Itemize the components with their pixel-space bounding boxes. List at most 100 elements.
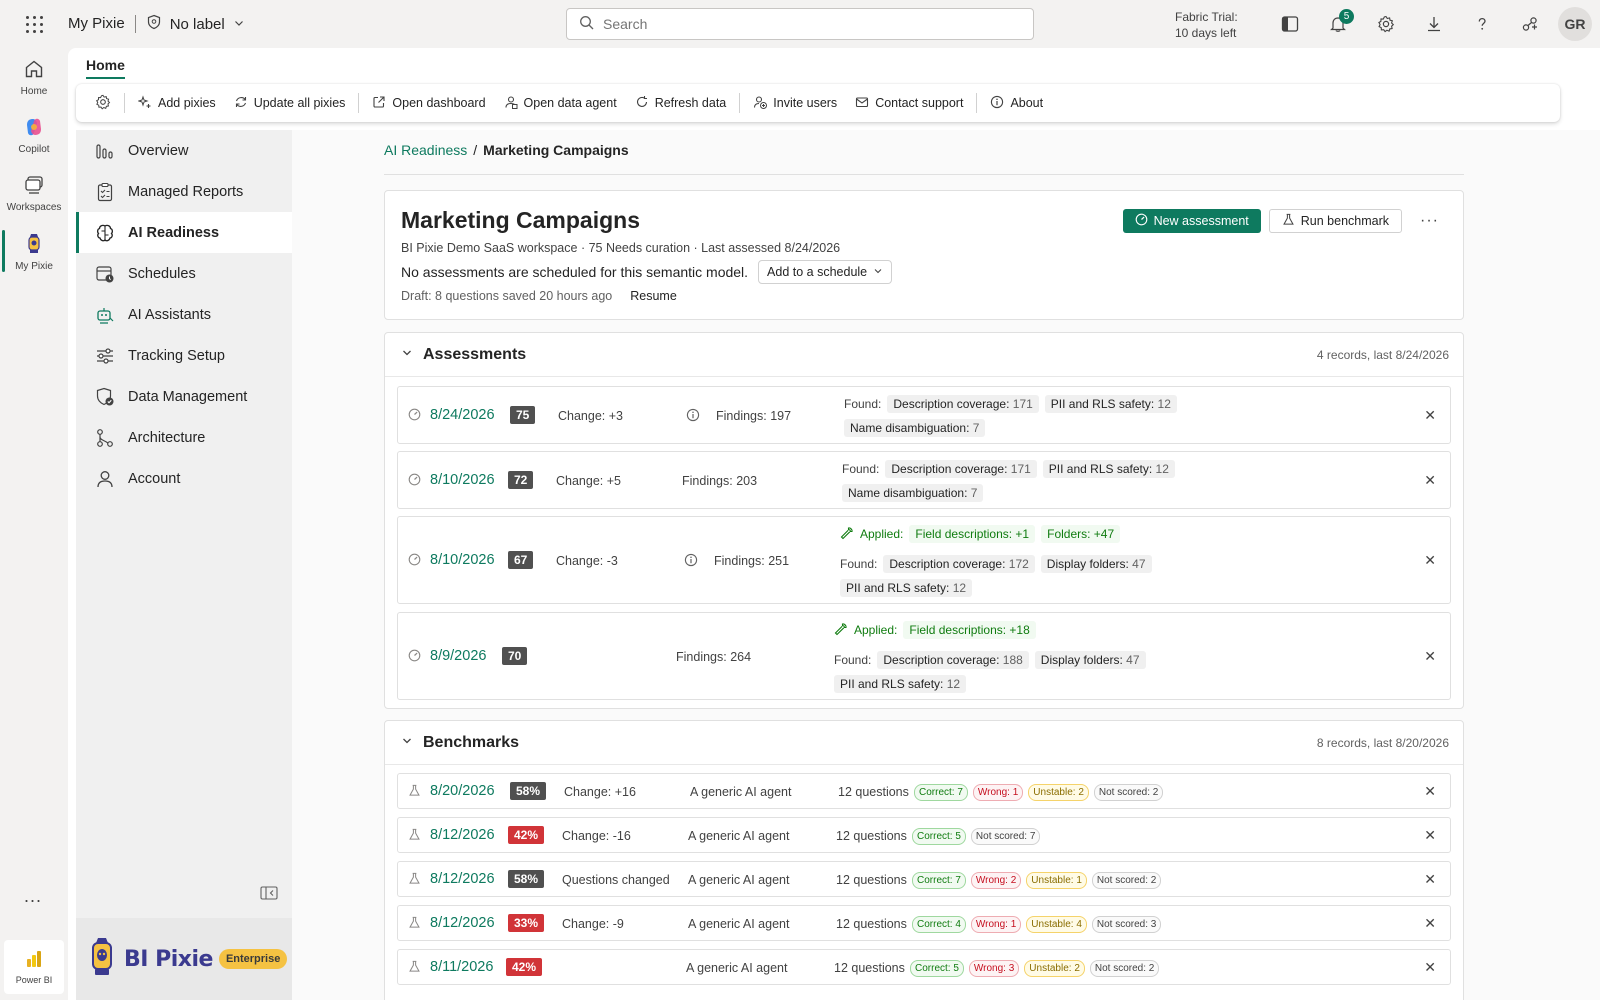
rail-item-home[interactable]: Home — [0, 48, 68, 106]
user-avatar[interactable]: GR — [1558, 7, 1592, 41]
add-to-schedule-label: Add to a schedule — [767, 265, 868, 279]
notifications-icon[interactable]: 5 — [1314, 0, 1362, 48]
new-assessment-label: New assessment — [1153, 214, 1249, 228]
benchmark-date-link[interactable]: 8/12/2026 — [430, 827, 495, 843]
invite-users-button[interactable]: Invite users — [744, 88, 846, 118]
close-icon[interactable]: ✕ — [1424, 915, 1436, 932]
applied-label: Applied: — [854, 623, 898, 637]
breadcrumb-parent-link[interactable]: AI Readiness — [384, 142, 467, 158]
benchmark-row[interactable]: 8/11/2026 42% A generic AI agent 12 ques… — [397, 949, 1451, 985]
refresh-data-button[interactable]: Refresh data — [626, 88, 736, 118]
nav-item-ai-assistants[interactable]: AI Assistants — [76, 294, 292, 335]
correct-pill: Correct: 7 — [914, 784, 968, 801]
nav-item-tracking-setup[interactable]: Tracking Setup — [76, 335, 292, 376]
section-title: Benchmarks — [423, 733, 520, 751]
sensitivity-label-text: No label — [169, 15, 225, 33]
close-icon[interactable]: ✕ — [1424, 871, 1436, 888]
score-badge: 70 — [502, 647, 528, 665]
nav-item-schedules[interactable]: Schedules — [76, 253, 292, 294]
benchmark-date-link[interactable]: 8/11/2026 — [430, 959, 493, 975]
close-icon[interactable]: ✕ — [1424, 648, 1436, 665]
rail-item-copilot[interactable]: Copilot — [0, 106, 68, 164]
assessment-date-link[interactable]: 8/24/2026 — [430, 407, 495, 423]
assessments-header[interactable]: Assessments 4 records, last 8/24/2026 — [385, 333, 1463, 377]
brain-icon — [94, 222, 116, 244]
nav-item-overview[interactable]: Overview — [76, 130, 292, 171]
chevron-down-icon[interactable] — [401, 347, 413, 362]
add-to-schedule-dropdown[interactable]: Add to a schedule — [758, 260, 893, 284]
assessment-row[interactable]: 8/10/2026 67 Change: -3 Findings: 251 Ap… — [397, 516, 1451, 604]
finding-chip: Description coverage: 188 — [877, 651, 1029, 669]
assessment-row[interactable]: 8/9/2026 70 Findings: 264 Applied: Field… — [397, 612, 1451, 700]
open-dashboard-button[interactable]: Open dashboard — [363, 88, 494, 118]
nav-item-account[interactable]: Account — [76, 458, 292, 499]
finding-chip: PII and RLS safety: 12 — [1042, 460, 1175, 478]
close-icon[interactable]: ✕ — [1424, 959, 1436, 976]
app-name[interactable]: My Pixie — [68, 15, 136, 33]
assessment-row[interactable]: 8/24/2026 75 Change: +3 Findings: 197 Fo… — [397, 386, 1451, 444]
info-icon — [990, 95, 1004, 112]
benchmark-date-link[interactable]: 8/12/2026 — [430, 915, 495, 931]
rail-item-workspaces[interactable]: Workspaces — [0, 164, 68, 222]
benchmarks-header[interactable]: Benchmarks 8 records, last 8/20/2026 — [385, 721, 1463, 765]
toolbar-divider — [739, 93, 741, 113]
tab-home[interactable]: Home — [86, 51, 125, 79]
power-bi-switcher[interactable]: Power BI — [4, 940, 64, 994]
toolbar-settings-button[interactable] — [86, 88, 120, 118]
nav-item-data-management[interactable]: Data Management — [76, 376, 292, 417]
benchmark-date-link[interactable]: 8/20/2026 — [430, 783, 495, 799]
score-change: Change: +3 — [558, 409, 623, 423]
share-feedback-icon[interactable] — [1506, 0, 1554, 48]
benchmark-row[interactable]: 8/12/2026 58% Questions changed A generi… — [397, 861, 1451, 897]
open-external-icon — [372, 95, 386, 112]
model-meta: BI Pixie Demo SaaS workspace · 75 Needs … — [401, 241, 841, 255]
assessment-row[interactable]: 8/10/2026 72 Change: +5 Findings: 203 Fo… — [397, 451, 1451, 509]
wrong-pill: Wrong: 3 — [968, 960, 1020, 977]
close-icon[interactable]: ✕ — [1424, 472, 1436, 489]
help-icon[interactable] — [1458, 0, 1506, 48]
nav-item-architecture[interactable]: Architecture — [76, 417, 292, 458]
question-count: 12 questions — [836, 917, 907, 931]
close-icon[interactable]: ✕ — [1424, 407, 1436, 424]
close-icon[interactable]: ✕ — [1424, 783, 1436, 800]
benchmark-row[interactable]: 8/12/2026 33% Change: -9 A generic AI ag… — [397, 905, 1451, 941]
benchmark-row[interactable]: 8/12/2026 42% Change: -16 A generic AI a… — [397, 817, 1451, 853]
add-pixies-button[interactable]: Add pixies — [129, 88, 225, 118]
data-agent-icon — [504, 95, 518, 112]
benchmark-row[interactable]: 8/20/2026 58% Change: +16 A generic AI a… — [397, 773, 1451, 809]
about-button[interactable]: About — [981, 88, 1052, 118]
update-all-pixies-button[interactable]: Update all pixies — [225, 88, 355, 118]
contact-support-button[interactable]: Contact support — [846, 88, 972, 118]
resume-link[interactable]: Resume — [630, 289, 677, 303]
open-data-agent-button[interactable]: Open data agent — [495, 88, 626, 118]
settings-gear-icon[interactable] — [1362, 0, 1410, 48]
rail-item-my-pixie[interactable]: My Pixie — [0, 222, 68, 280]
collapse-panel-icon[interactable] — [260, 886, 278, 903]
info-icon[interactable] — [686, 408, 700, 425]
more-options-icon[interactable]: ··· — [1410, 212, 1449, 230]
search-box[interactable] — [566, 8, 1034, 40]
finding-chip: Description coverage: 171 — [887, 395, 1039, 413]
app-launcher-icon[interactable] — [0, 0, 68, 48]
info-icon[interactable] — [684, 553, 698, 570]
panel-toggle-icon[interactable] — [1266, 0, 1314, 48]
search-input[interactable] — [603, 16, 1003, 32]
chevron-down-icon[interactable] — [401, 735, 413, 750]
assessment-date-link[interactable]: 8/9/2026 — [430, 648, 486, 664]
assessment-date-link[interactable]: 8/10/2026 — [430, 552, 495, 568]
close-icon[interactable]: ✕ — [1424, 552, 1436, 569]
gauge-icon — [408, 408, 421, 424]
more-apps-icon[interactable]: ... — [24, 886, 42, 907]
nav-item-ai-readiness[interactable]: AI Readiness — [76, 212, 292, 253]
run-benchmark-button[interactable]: Run benchmark — [1268, 209, 1403, 233]
assessment-date-link[interactable]: 8/10/2026 — [430, 472, 495, 488]
nav-label: Schedules — [128, 265, 196, 282]
trial-status[interactable]: Fabric Trial: 10 days left — [1175, 9, 1238, 41]
gauge-icon — [408, 553, 421, 569]
nav-item-managed-reports[interactable]: Managed Reports — [76, 171, 292, 212]
benchmark-date-link[interactable]: 8/12/2026 — [430, 871, 495, 887]
download-icon[interactable] — [1410, 0, 1458, 48]
sensitivity-label-button[interactable]: No label — [146, 14, 245, 34]
close-icon[interactable]: ✕ — [1424, 827, 1436, 844]
new-assessment-button[interactable]: New assessment — [1122, 209, 1261, 233]
